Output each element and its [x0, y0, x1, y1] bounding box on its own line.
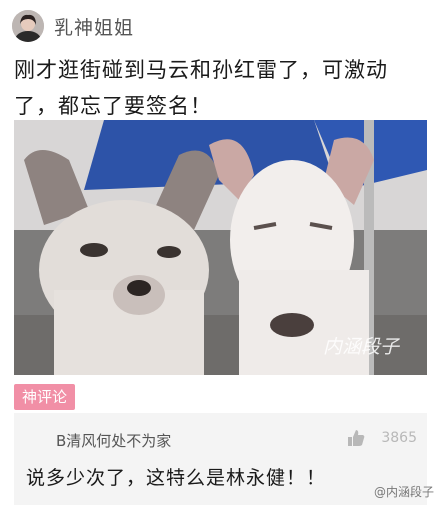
- avatar-icon: [12, 10, 44, 42]
- section-tag: 神评论: [14, 384, 76, 410]
- post-image[interactable]: 内涵段子: [14, 120, 427, 375]
- like-count: 3865: [381, 430, 417, 446]
- comment-box: B清风何处不为家 3865 说多少次了，这特么是林永健！！: [14, 413, 427, 505]
- author-name[interactable]: 乳神姐姐: [54, 13, 134, 40]
- image-watermark: 内涵段子: [322, 336, 399, 358]
- commenter-name[interactable]: B清风何处不为家: [56, 430, 171, 451]
- comment-text: 说多少次了，这特么是林永健！！: [26, 467, 327, 489]
- footer-watermark: @内涵段子: [373, 485, 434, 499]
- avatar[interactable]: [12, 10, 44, 42]
- post-header: 乳神姐姐: [0, 0, 440, 54]
- thumbs-up-icon: [348, 430, 365, 446]
- post-text: 刚才逛街碰到马云和孙红雷了，可激动了，都忘了要签名！: [14, 58, 388, 118]
